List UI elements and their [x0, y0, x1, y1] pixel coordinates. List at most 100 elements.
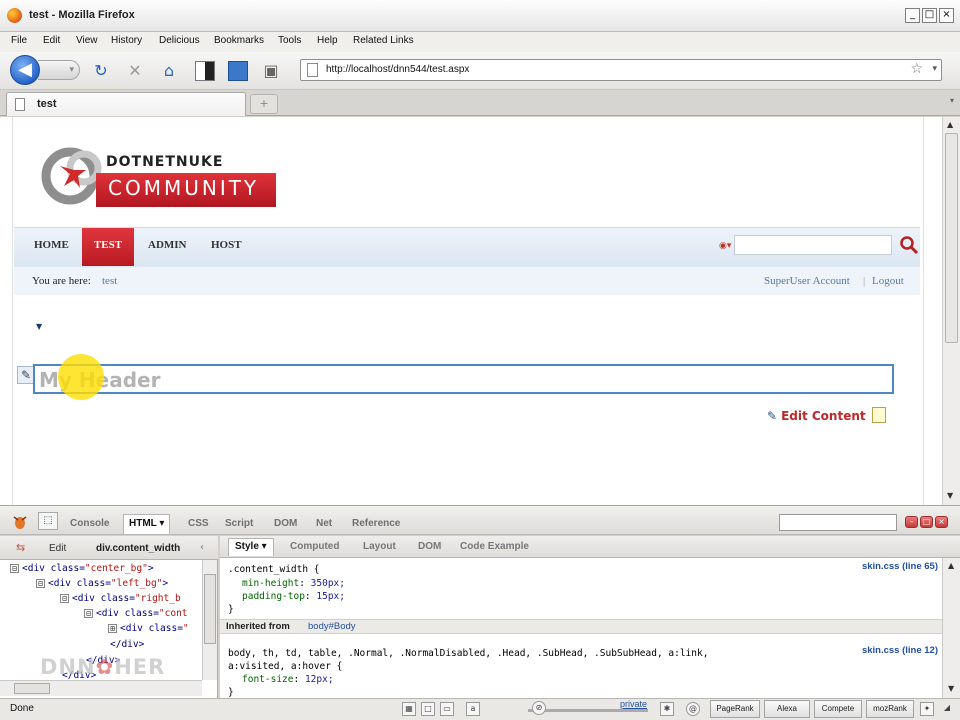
html-node[interactable]: ⊟ <div class="left_bg">: [36, 578, 168, 589]
menu-bookmarks[interactable]: Bookmarks: [214, 35, 264, 46]
css-source-link[interactable]: skin.css (line 65): [862, 561, 938, 572]
status-text-icon[interactable]: a: [466, 702, 480, 716]
html-edit-button[interactable]: Edit: [49, 543, 66, 554]
html-tree-hscrollbar[interactable]: [0, 680, 202, 696]
css-selector[interactable]: .content_width {: [228, 564, 320, 575]
menu-file[interactable]: File: [11, 35, 27, 46]
block-icon[interactable]: ⊘: [532, 701, 546, 715]
fb-minimize-icon[interactable]: –: [905, 516, 918, 528]
resize-grip-icon[interactable]: ◢: [940, 702, 954, 716]
menu-view[interactable]: View: [76, 35, 98, 46]
breadcrumb-link-test[interactable]: test: [102, 275, 117, 287]
scroll-thumb[interactable]: [945, 133, 958, 343]
status-slider[interactable]: [528, 709, 648, 712]
url-bar[interactable]: http://localhost/dnn544/test.aspx ☆ ▾: [300, 59, 942, 81]
css-source-link[interactable]: skin.css (line 12): [862, 645, 938, 656]
reload-icon[interactable]: ↻: [90, 60, 112, 82]
scroll-down-icon[interactable]: ▼: [947, 491, 953, 500]
scroll-down-icon[interactable]: ▼: [948, 684, 954, 693]
fb-detach-icon[interactable]: □: [920, 516, 933, 528]
scroll-up-icon[interactable]: ▲: [947, 120, 953, 129]
style-panel-scrollbar[interactable]: ▲ ▼: [942, 558, 960, 698]
dropdown-arrow-icon[interactable]: ▾: [69, 65, 74, 75]
status-panel-icon[interactable]: ▭: [440, 702, 454, 716]
fb-side-tab-style[interactable]: Style ▾: [228, 538, 274, 556]
tab-list-icon[interactable]: ▾: [950, 96, 954, 105]
status-grid-icon[interactable]: ▦: [402, 702, 416, 716]
page-scrollbar[interactable]: ▲ ▼: [942, 117, 960, 505]
menu-related-links[interactable]: Related Links: [353, 35, 414, 46]
maximize-button[interactable]: □: [922, 8, 937, 23]
site-logo[interactable]: DOTNETNUKE COMMUNITY: [40, 142, 280, 212]
tag-icon[interactable]: ▣: [260, 60, 282, 82]
inherited-selector-link[interactable]: body#Body: [308, 621, 356, 632]
css-property[interactable]: min-height: 350px;: [242, 578, 345, 589]
alexa-button[interactable]: Alexa: [764, 700, 810, 718]
star-icon[interactable]: ☆: [910, 61, 923, 77]
pane-menu-arrow-icon[interactable]: ▼: [36, 322, 42, 331]
html-breadcrumb[interactable]: div.content_width: [96, 543, 180, 554]
scroll-up-icon[interactable]: ▲: [948, 561, 954, 570]
menu-edit[interactable]: Edit: [43, 35, 60, 46]
compete-button[interactable]: Compete: [814, 700, 862, 718]
header-module[interactable]: My Header: [33, 364, 894, 394]
fb-side-tab-dom[interactable]: DOM: [418, 541, 441, 552]
panel-icon[interactable]: [227, 60, 249, 82]
breadcrumb-more-icon[interactable]: ‹: [200, 542, 204, 553]
home-icon[interactable]: ⌂: [158, 60, 180, 82]
menu-delicious[interactable]: Delicious: [159, 35, 200, 46]
fb-side-tab-computed[interactable]: Computed: [290, 541, 339, 552]
fb-tab-net[interactable]: Net: [316, 518, 332, 529]
scroll-thumb[interactable]: [204, 574, 216, 644]
search-icon[interactable]: [898, 234, 920, 256]
fb-side-tab-layout[interactable]: Layout: [363, 541, 396, 552]
stop-icon[interactable]: ✕: [124, 60, 146, 82]
html-node[interactable]: ⊟ <div class="center_bg">: [10, 563, 154, 574]
menu-history[interactable]: History: [111, 35, 142, 46]
new-tab-button[interactable]: +: [250, 94, 278, 114]
nav-home[interactable]: HOME: [34, 239, 69, 251]
menu-tools[interactable]: Tools: [278, 35, 301, 46]
css-selector[interactable]: body, th, td, table, .Normal, .NormalDis…: [228, 648, 708, 659]
fb-tab-html[interactable]: HTML ▾: [123, 514, 171, 534]
nav-test[interactable]: TEST: [82, 228, 134, 266]
superuser-account-link[interactable]: SuperUser Account: [764, 275, 850, 287]
close-button[interactable]: ×: [939, 8, 954, 23]
fb-side-tab-code-example[interactable]: Code Example: [460, 541, 529, 552]
html-node-selected[interactable]: ⊞ <div class=": [108, 623, 189, 634]
scroll-thumb[interactable]: [14, 683, 50, 694]
fb-tab-console[interactable]: Console: [70, 518, 109, 529]
inspect-icon[interactable]: ⬚: [38, 512, 58, 530]
fb-tab-css[interactable]: CSS: [188, 518, 209, 529]
url-text[interactable]: http://localhost/dnn544/test.aspx: [326, 64, 469, 75]
html-tree-icon[interactable]: ⇆: [16, 541, 25, 554]
css-selector[interactable]: a:visited, a:hover {: [228, 661, 342, 672]
firebug-icon[interactable]: [12, 514, 28, 530]
nav-admin[interactable]: ADMIN: [148, 239, 187, 251]
css-property[interactable]: padding-top: 15px;: [242, 591, 345, 602]
private-browsing-link[interactable]: private: [620, 699, 647, 709]
status-window-icon[interactable]: □: [421, 702, 435, 716]
forward-button[interactable]: ▾: [38, 60, 80, 80]
html-node[interactable]: ⊟ <div class="right_b: [60, 593, 181, 604]
minimize-button[interactable]: _: [905, 8, 920, 23]
fb-close-icon[interactable]: ×: [935, 516, 948, 528]
fb-tab-dom[interactable]: DOM: [274, 518, 297, 529]
nav-host[interactable]: HOST: [211, 239, 242, 251]
fb-tab-reference[interactable]: Reference: [352, 518, 400, 529]
menu-help[interactable]: Help: [317, 35, 338, 46]
site-search-input[interactable]: [734, 235, 892, 255]
back-button[interactable]: ◀: [10, 55, 40, 85]
search-provider-icon[interactable]: ◉▾: [719, 241, 731, 251]
fb-tab-script[interactable]: Script: [225, 518, 253, 529]
url-dropdown-icon[interactable]: ▾: [932, 64, 937, 74]
css-property[interactable]: font-size: 12px;: [242, 674, 334, 685]
logout-link[interactable]: Logout: [872, 275, 904, 287]
at-icon[interactable]: @: [686, 702, 700, 716]
delicious-icon[interactable]: [194, 60, 216, 82]
module-settings-icon[interactable]: [872, 407, 886, 423]
html-tree-scrollbar[interactable]: [202, 560, 217, 680]
tab-test[interactable]: test: [6, 92, 246, 116]
firebug-search-input[interactable]: [779, 514, 897, 531]
html-node[interactable]: ⊟ <div class="cont: [84, 608, 188, 619]
